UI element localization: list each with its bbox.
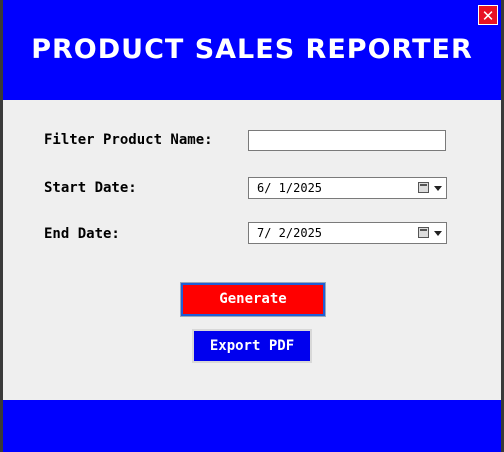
app-title: PRODUCT SALES REPORTER — [31, 34, 473, 65]
calendar-icon — [418, 182, 429, 193]
chevron-down-icon[interactable] — [434, 231, 442, 236]
product-name-label: Filter Product Name: — [44, 132, 213, 148]
export-pdf-button[interactable]: Export PDF — [192, 329, 312, 363]
end-date-picker[interactable]: 7/ 2/2025 — [248, 222, 447, 244]
end-date-value: 7/ 2/2025 — [257, 226, 323, 240]
end-date-label: End Date: — [44, 226, 120, 242]
start-date-picker[interactable]: 6/ 1/2025 — [248, 177, 447, 199]
product-name-input[interactable] — [248, 130, 446, 151]
start-date-label: Start Date: — [44, 180, 137, 196]
chevron-down-icon[interactable] — [434, 186, 442, 191]
header-banner: PRODUCT SALES REPORTER — [3, 0, 501, 100]
footer-banner — [3, 400, 501, 452]
close-icon: ✕ — [481, 7, 495, 25]
start-date-value: 6/ 1/2025 — [257, 181, 323, 195]
generate-button[interactable]: Generate — [180, 282, 326, 317]
report-window: PRODUCT SALES REPORTER Filter Product Na… — [3, 0, 501, 452]
calendar-icon — [418, 227, 429, 238]
close-button[interactable]: ✕ — [478, 5, 498, 25]
